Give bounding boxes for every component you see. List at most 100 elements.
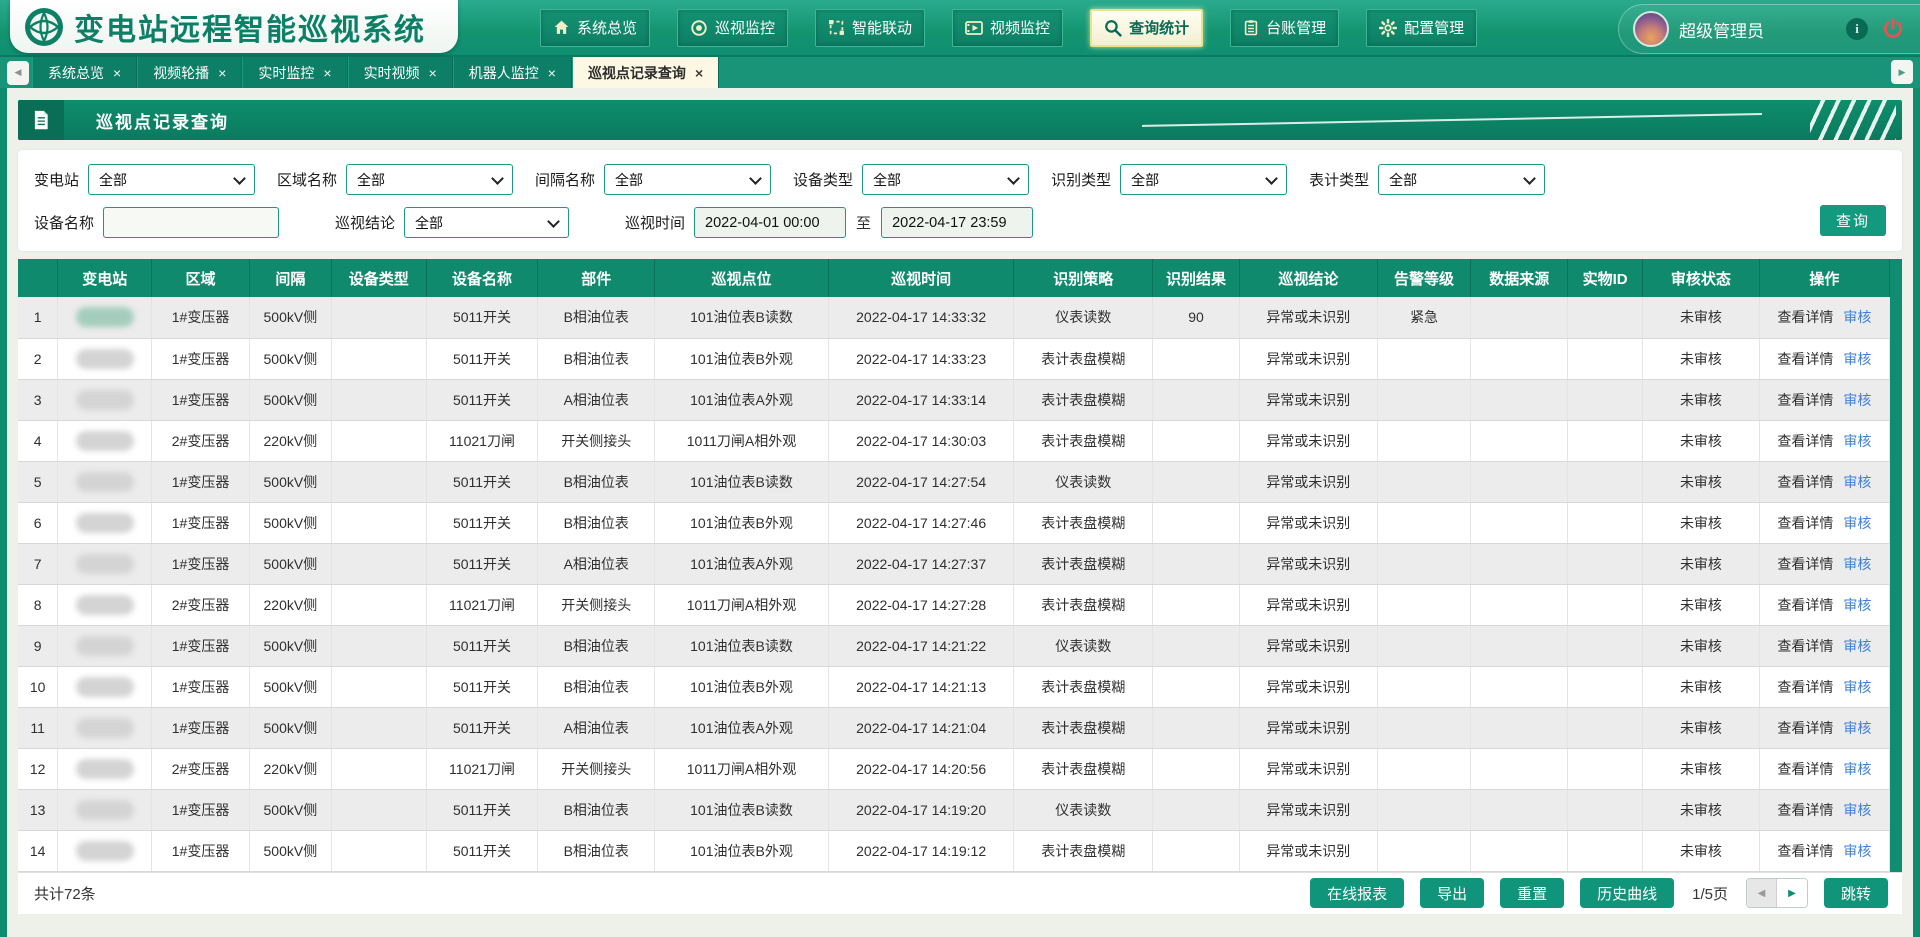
cell-part: B相油位表	[538, 830, 655, 871]
tab-realtime-video[interactable]: 实时视频 ×	[348, 57, 453, 88]
audit-link[interactable]: 审核	[1843, 679, 1871, 695]
table-row[interactable]: 7 1#变压器 500kV侧 5011开关 A相油位表 101油位表A外观 20…	[18, 543, 1890, 584]
audit-link[interactable]: 审核	[1843, 597, 1871, 613]
tab-close-icon[interactable]: ×	[548, 66, 556, 80]
reset-button[interactable]: 重置	[1500, 878, 1564, 908]
view-detail-link[interactable]: 查看详情	[1777, 761, 1833, 777]
view-detail-link[interactable]: 查看详情	[1777, 309, 1833, 325]
logout-power-icon[interactable]	[1882, 18, 1904, 40]
tab-close-icon[interactable]: ×	[218, 66, 226, 80]
recognition-type-select[interactable]: 全部	[1120, 164, 1287, 195]
cell-strategy: 表计表盘模糊	[1014, 830, 1153, 871]
info-icon[interactable]	[1846, 18, 1868, 40]
audit-link[interactable]: 审核	[1843, 556, 1871, 572]
table-row[interactable]: 2 1#变压器 500kV侧 5011开关 B相油位表 101油位表B外观 20…	[18, 338, 1890, 379]
online-report-button[interactable]: 在线报表	[1310, 878, 1404, 908]
nav-system-overview[interactable]: 系统总览	[540, 9, 650, 47]
tab-scroll-left-icon[interactable]: ◀	[7, 61, 29, 85]
tab-close-icon[interactable]: ×	[323, 66, 331, 80]
cell-physical-id	[1568, 830, 1643, 871]
audit-link[interactable]: 审核	[1843, 474, 1871, 490]
view-detail-link[interactable]: 查看详情	[1777, 720, 1833, 736]
prev-page-icon[interactable]: ◀	[1747, 879, 1777, 907]
cell-region: 1#变压器	[152, 830, 250, 871]
region-select[interactable]: 全部	[346, 164, 513, 195]
audit-link[interactable]: 审核	[1843, 433, 1871, 449]
page-indicator: 1/5页	[1692, 883, 1728, 904]
device-type-select[interactable]: 全部	[862, 164, 1029, 195]
nav-video-monitor[interactable]: 视频监控	[952, 9, 1063, 47]
cell-audit-status: 未审核	[1643, 625, 1760, 666]
audit-link[interactable]: 审核	[1843, 843, 1871, 859]
tab-video-carousel[interactable]: 视频轮播 ×	[137, 57, 242, 88]
view-detail-link[interactable]: 查看详情	[1777, 433, 1833, 449]
avatar[interactable]	[1633, 11, 1669, 47]
audit-link[interactable]: 审核	[1843, 515, 1871, 531]
table-row[interactable]: 10 1#变压器 500kV侧 5011开关 B相油位表 101油位表B外观 2…	[18, 666, 1890, 707]
time-from-input[interactable]	[694, 207, 846, 238]
cell-device-name: 5011开关	[426, 297, 538, 338]
table-row[interactable]: 13 1#变压器 500kV侧 5011开关 B相油位表 101油位表B读数 2…	[18, 789, 1890, 830]
table-row[interactable]: 4 2#变压器 220kV侧 11021刀闸 开关侧接头 1011刀闸A相外观 …	[18, 420, 1890, 461]
table-row[interactable]: 3 1#变压器 500kV侧 5011开关 A相油位表 101油位表A外观 20…	[18, 379, 1890, 420]
station-select[interactable]: 全部	[88, 164, 255, 195]
nav-smart-linkage[interactable]: 智能联动	[815, 9, 925, 47]
audit-link[interactable]: 审核	[1843, 392, 1871, 408]
cell-device-name: 5011开关	[426, 543, 538, 584]
table-row[interactable]: 8 2#变压器 220kV侧 11021刀闸 开关侧接头 1011刀闸A相外观 …	[18, 584, 1890, 625]
table-row[interactable]: 6 1#变压器 500kV侧 5011开关 B相油位表 101油位表B外观 20…	[18, 502, 1890, 543]
table-row[interactable]: 1 1#变压器 500kV侧 5011开关 B相油位表 101油位表B读数 20…	[18, 297, 1890, 338]
view-detail-link[interactable]: 查看详情	[1777, 638, 1833, 654]
table-row[interactable]: 11 1#变压器 500kV侧 5011开关 A相油位表 101油位表A外观 2…	[18, 707, 1890, 748]
column-header: 审核状态	[1643, 259, 1760, 297]
table-row[interactable]: 5 1#变压器 500kV侧 5011开关 B相油位表 101油位表B读数 20…	[18, 461, 1890, 502]
view-detail-link[interactable]: 查看详情	[1777, 802, 1833, 818]
tab-robot-monitor[interactable]: 机器人监控 ×	[453, 57, 572, 88]
nav-query-statistics[interactable]: 查询统计	[1090, 9, 1203, 47]
tab-realtime-monitor[interactable]: 实时监控 ×	[242, 57, 347, 88]
table-row[interactable]: 12 2#变压器 220kV侧 11021刀闸 开关侧接头 1011刀闸A相外观…	[18, 748, 1890, 789]
cell-time: 2022-04-17 14:19:20	[828, 789, 1014, 830]
bay-select[interactable]: 全部	[604, 164, 771, 195]
audit-link[interactable]: 审核	[1843, 802, 1871, 818]
search-button[interactable]: 查询	[1820, 205, 1886, 236]
cell-part: A相油位表	[538, 707, 655, 748]
view-detail-link[interactable]: 查看详情	[1777, 515, 1833, 531]
tab-scroll-right-icon[interactable]: ▶	[1891, 60, 1913, 84]
tab-system-overview[interactable]: 系统总览 ×	[32, 57, 137, 88]
view-detail-link[interactable]: 查看详情	[1777, 679, 1833, 695]
audit-link[interactable]: 审核	[1843, 638, 1871, 654]
audit-link[interactable]: 审核	[1843, 720, 1871, 736]
nav-config-management[interactable]: 配置管理	[1366, 9, 1477, 47]
table-row[interactable]: 14 1#变压器 500kV侧 5011开关 B相油位表 101油位表B外观 2…	[18, 830, 1890, 871]
tab-close-icon[interactable]: ×	[429, 66, 437, 80]
view-detail-link[interactable]: 查看详情	[1777, 351, 1833, 367]
next-page-icon[interactable]: ▶	[1777, 879, 1807, 907]
jump-button[interactable]: 跳转	[1824, 878, 1888, 908]
table-row[interactable]: 9 1#变压器 500kV侧 5011开关 B相油位表 101油位表B读数 20…	[18, 625, 1890, 666]
select-value: 全部	[99, 170, 127, 190]
time-to-input[interactable]	[881, 207, 1033, 238]
cell-station	[58, 748, 152, 789]
view-detail-link[interactable]: 查看详情	[1777, 556, 1833, 572]
audit-link[interactable]: 审核	[1843, 309, 1871, 325]
history-curve-button[interactable]: 历史曲线	[1580, 878, 1674, 908]
nav-ledger-management[interactable]: 台账管理	[1230, 9, 1339, 47]
meter-type-select[interactable]: 全部	[1378, 164, 1545, 195]
view-detail-link[interactable]: 查看详情	[1777, 474, 1833, 490]
table-scrollbar[interactable]	[1890, 259, 1902, 872]
nav-inspection-monitor[interactable]: 巡视监控	[677, 9, 788, 47]
device-name-input[interactable]	[103, 207, 279, 238]
export-button[interactable]: 导出	[1420, 878, 1484, 908]
tab-close-icon[interactable]: ×	[695, 66, 703, 80]
tab-inspection-record-query[interactable]: 巡视点记录查询 ×	[572, 57, 719, 88]
cell-data-source	[1471, 666, 1568, 707]
cell-conclusion: 异常或未识别	[1239, 379, 1377, 420]
view-detail-link[interactable]: 查看详情	[1777, 843, 1833, 859]
conclusion-select[interactable]: 全部	[404, 207, 569, 238]
audit-link[interactable]: 审核	[1843, 761, 1871, 777]
audit-link[interactable]: 审核	[1843, 351, 1871, 367]
view-detail-link[interactable]: 查看详情	[1777, 597, 1833, 613]
view-detail-link[interactable]: 查看详情	[1777, 392, 1833, 408]
tab-close-icon[interactable]: ×	[113, 66, 121, 80]
